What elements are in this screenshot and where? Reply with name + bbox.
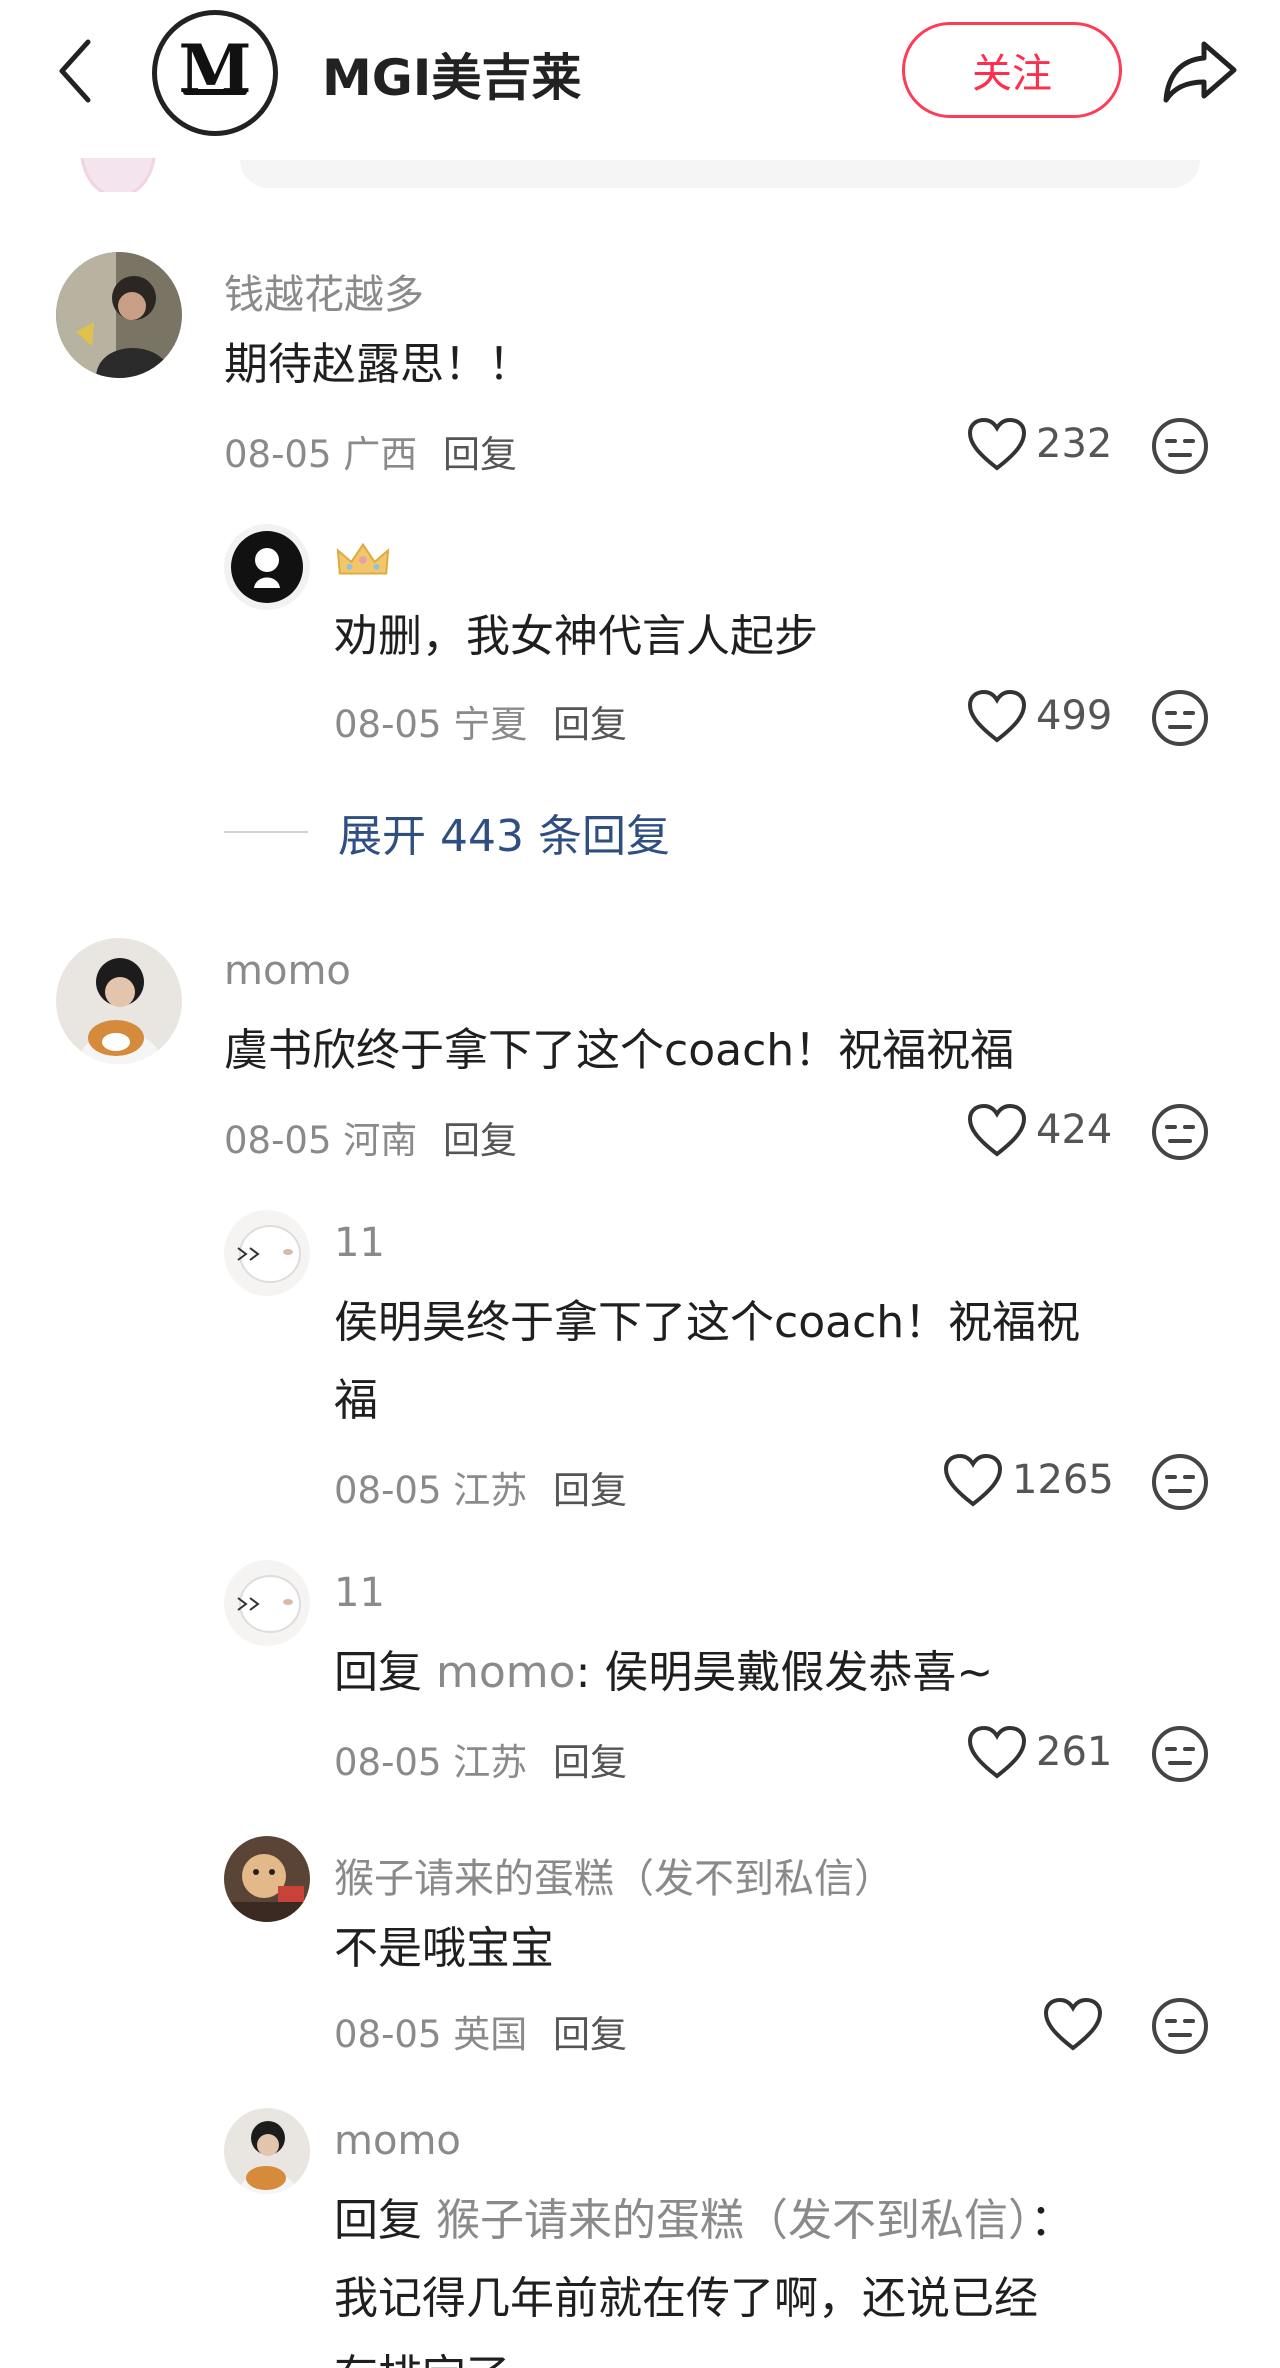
like-button[interactable]: 232: [966, 416, 1112, 472]
reply-button[interactable]: 回复: [443, 1119, 517, 1162]
comment-username[interactable]: momo: [334, 2118, 461, 2164]
chevron-left-icon[interactable]: [52, 36, 102, 106]
reply-button[interactable]: 回复: [553, 2013, 627, 2056]
comment-text: 虞书欣终于拿下了这个coach！祝福祝福: [224, 1025, 1015, 1076]
comment-location: 英国: [453, 2013, 528, 2056]
comment-text-line: 有排定了: [334, 2351, 510, 2368]
comment-meta: 08-05 宁夏 回复: [334, 694, 627, 748]
comment-text: 回复 momo: 侯明昊戴假发恭喜~: [334, 1634, 993, 1712]
avatar[interactable]: [56, 938, 182, 1064]
comment-username[interactable]: momo: [224, 948, 351, 994]
share-arrow-icon[interactable]: [1160, 36, 1240, 106]
comment-text-line: 我记得几年前就在传了啊，还说已经: [334, 2273, 1038, 2324]
heart-outline-icon: [967, 1725, 1027, 1779]
account-name[interactable]: MGI美吉莱: [322, 38, 581, 110]
meh-face-icon[interactable]: [1150, 1996, 1210, 2056]
expand-replies-label: 展开 443 条回复: [338, 811, 670, 862]
previous-content-edge: [240, 160, 1200, 188]
avatar[interactable]: [56, 252, 182, 378]
comment-text-body: : 侯明昊戴假发恭喜~: [575, 1647, 994, 1698]
reply-button[interactable]: 回复: [553, 1469, 627, 1512]
avatar[interactable]: [224, 524, 310, 610]
account-logo[interactable]: M: [152, 10, 278, 136]
like-count: 261: [1036, 1729, 1113, 1775]
comment-location: 江苏: [453, 1469, 528, 1512]
meh-face-icon[interactable]: [1150, 1102, 1210, 1162]
comment-location: 广西: [343, 433, 418, 476]
avatar[interactable]: [224, 1836, 310, 1922]
heart-outline-icon: [943, 1453, 1003, 1507]
like-button[interactable]: 424: [966, 1102, 1112, 1158]
comment-location: 江苏: [453, 1741, 528, 1784]
crown-icon: [336, 542, 390, 575]
comment-location: 宁夏: [453, 703, 528, 746]
expand-replies-button[interactable]: 展开 443 条回复: [224, 800, 670, 864]
comment-date: 08-05: [334, 703, 442, 746]
like-button[interactable]: 499: [966, 688, 1112, 744]
heart-outline-icon: [967, 689, 1027, 743]
avatar[interactable]: [224, 1560, 310, 1646]
comment-username[interactable]: 猴子请来的蛋糕（发不到私信）: [334, 1846, 894, 1904]
avatar[interactable]: [224, 1210, 310, 1296]
comment-date: 08-05: [334, 1741, 442, 1784]
comment-meta: 08-05 英国 回复: [334, 2004, 627, 2058]
like-count: 499: [1036, 693, 1113, 739]
avatar: [70, 158, 160, 192]
comment-text: 劝删，我女神代言人起步: [334, 611, 818, 662]
logo-underline: [183, 89, 247, 95]
reply-prefix: 回复: [334, 1647, 422, 1698]
expand-divider: [224, 831, 308, 833]
comment-text: 侯明昊终于拿下了这个coach！祝福祝 福: [334, 1284, 1080, 1440]
reply-button[interactable]: 回复: [553, 1741, 627, 1784]
heart-outline-icon: [1043, 1997, 1103, 2051]
follow-button[interactable]: 关注: [902, 22, 1122, 118]
heart-outline-icon: [967, 1103, 1027, 1157]
comment-text: 不是哦宝宝: [334, 1923, 554, 1974]
like-count: 1265: [1012, 1457, 1114, 1503]
comment-username[interactable]: 11: [334, 1570, 385, 1616]
meh-face-icon[interactable]: [1150, 1452, 1210, 1512]
avatar[interactable]: [224, 2108, 310, 2194]
comment-date: 08-05: [334, 1469, 442, 1512]
top-bar: M MGI美吉莱 关注: [0, 0, 1280, 150]
like-button[interactable]: 261: [966, 1724, 1112, 1780]
comment-text: 回复 猴子请来的蛋糕（发不到私信）： 我记得几年前就在传了啊，还说已经 有排定了: [334, 2182, 1074, 2368]
comment-meta: 08-05 江苏 回复: [334, 1460, 627, 1514]
like-button[interactable]: 1265: [942, 1452, 1114, 1508]
comment-meta: 08-05 广西 回复: [224, 424, 517, 478]
comment-meta: 08-05 河南 回复: [224, 1110, 517, 1164]
meh-face-icon[interactable]: [1150, 688, 1210, 748]
comment-date: 08-05: [334, 2013, 442, 2056]
mention-link[interactable]: 猴子请来的蛋糕（发不到私信）: [436, 2195, 1030, 2246]
meh-face-icon[interactable]: [1150, 1724, 1210, 1784]
mention-link[interactable]: momo: [436, 1647, 576, 1698]
comment-date: 08-05: [224, 433, 332, 476]
comment-date: 08-05: [224, 1119, 332, 1162]
logo-letter: M: [178, 30, 252, 108]
comment-text-line: 福: [334, 1375, 378, 1426]
comment-text-line: 侯明昊终于拿下了这个coach！祝福祝: [334, 1297, 1081, 1348]
reply-button[interactable]: 回复: [443, 433, 517, 476]
meh-face-icon[interactable]: [1150, 416, 1210, 476]
like-count: 424: [1036, 1107, 1113, 1153]
comment-meta: 08-05 江苏 回复: [334, 1732, 627, 1786]
like-count: 232: [1036, 421, 1113, 467]
heart-outline-icon: [967, 417, 1027, 471]
comment-username[interactable]: 11: [334, 1220, 385, 1266]
comment-username[interactable]: 钱越花越多: [224, 262, 424, 320]
like-button[interactable]: [1042, 1996, 1112, 2052]
comment-text: 期待赵露思！！: [224, 339, 532, 390]
comment-text-body: ：: [1030, 2195, 1074, 2246]
comment-location: 河南: [343, 1119, 418, 1162]
reply-button[interactable]: 回复: [553, 703, 627, 746]
reply-prefix: 回复: [334, 2195, 422, 2246]
